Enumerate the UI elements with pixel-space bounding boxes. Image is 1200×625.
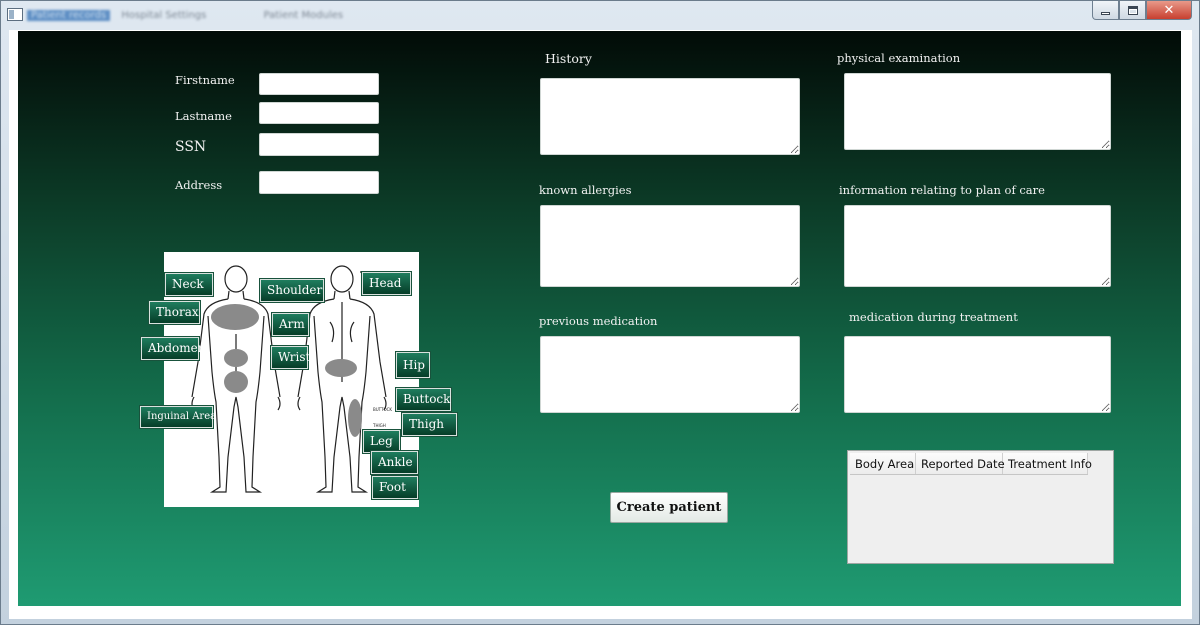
title-bar[interactable]: Patient records Hospital Settings Patien…: [1, 1, 1199, 29]
column-reported-date[interactable]: Reported Date: [916, 453, 1005, 474]
thorax-region: [211, 304, 259, 330]
ssn-label: SSN: [175, 139, 207, 155]
title-tabs: Patient records Hospital Settings Patien…: [27, 10, 397, 21]
ssn-field[interactable]: [259, 133, 379, 156]
previous-medication-textarea[interactable]: [540, 336, 800, 413]
address-field[interactable]: [259, 171, 379, 194]
firstname-label: Firstname: [175, 73, 235, 87]
tag-thigh[interactable]: Thigh: [402, 413, 457, 436]
lastname-label: Lastname: [175, 109, 232, 123]
tag-shoulder[interactable]: Shoulder: [260, 279, 324, 302]
inguinal-region: [224, 371, 248, 393]
hip-region: [325, 359, 357, 377]
tag-abdomen[interactable]: Abdomen: [141, 337, 205, 360]
abdomen-region: [224, 349, 248, 367]
medication-during-treatment-label: medication during treatment: [849, 310, 1018, 324]
lastname-field[interactable]: [259, 102, 379, 124]
address-label: Address: [175, 178, 223, 192]
tag-arm[interactable]: Arm: [272, 313, 309, 336]
tag-head[interactable]: Head: [362, 272, 411, 295]
minimize-icon: [1101, 11, 1110, 15]
tag-inguinal-area[interactable]: Inguinal Area: [140, 406, 216, 428]
medication-during-treatment-textarea[interactable]: [844, 336, 1111, 413]
history-label: History: [545, 51, 592, 66]
minimize-button[interactable]: [1092, 1, 1119, 20]
close-button[interactable]: ✕: [1146, 1, 1192, 20]
figure-notes: BUTTOCK THIGH: [372, 407, 392, 428]
thigh-region: [348, 399, 362, 437]
tag-foot[interactable]: Foot: [372, 476, 418, 499]
history-textarea[interactable]: [540, 78, 800, 155]
firstname-field[interactable]: [259, 73, 379, 95]
plan-of-care-label: information relating to plan of care: [839, 183, 1045, 197]
known-allergies-textarea[interactable]: [540, 205, 800, 287]
maximize-button[interactable]: [1119, 1, 1146, 20]
maximize-icon: [1127, 5, 1138, 15]
plan-of-care-textarea[interactable]: [844, 205, 1111, 287]
column-treatment-info[interactable]: Treatment Info: [1003, 453, 1092, 474]
tag-thorax[interactable]: Thorax: [149, 301, 200, 324]
tag-buttock[interactable]: Buttock: [396, 388, 451, 411]
physical-examination-textarea[interactable]: [844, 73, 1111, 150]
column-body-area[interactable]: Body Area: [850, 453, 916, 474]
buttock-note: BUTTOCK: [373, 407, 392, 412]
title-tab-1[interactable]: Patient records: [27, 10, 111, 21]
tag-ankle[interactable]: Ankle: [371, 451, 418, 474]
treatment-table[interactable]: Body Area Reported Date Treatment Info: [847, 450, 1114, 564]
tag-hip[interactable]: Hip: [396, 352, 430, 378]
tag-wrist[interactable]: Wrist: [271, 346, 310, 369]
previous-medication-label: previous medication: [539, 314, 658, 328]
table-header: Body Area Reported Date Treatment Info: [850, 453, 1092, 475]
title-tab-3[interactable]: Patient Modules: [264, 10, 344, 21]
tag-leg[interactable]: Leg: [363, 430, 400, 453]
physical-examination-label: physical examination: [837, 51, 961, 65]
title-tab-2[interactable]: Hospital Settings: [121, 10, 206, 21]
thigh-note: THIGH: [372, 423, 386, 428]
create-patient-button[interactable]: Create patient: [610, 492, 728, 523]
close-icon: ✕: [1163, 2, 1175, 18]
tag-neck[interactable]: Neck: [165, 273, 213, 296]
app-icon: [7, 8, 23, 21]
known-allergies-label: known allergies: [539, 183, 632, 197]
